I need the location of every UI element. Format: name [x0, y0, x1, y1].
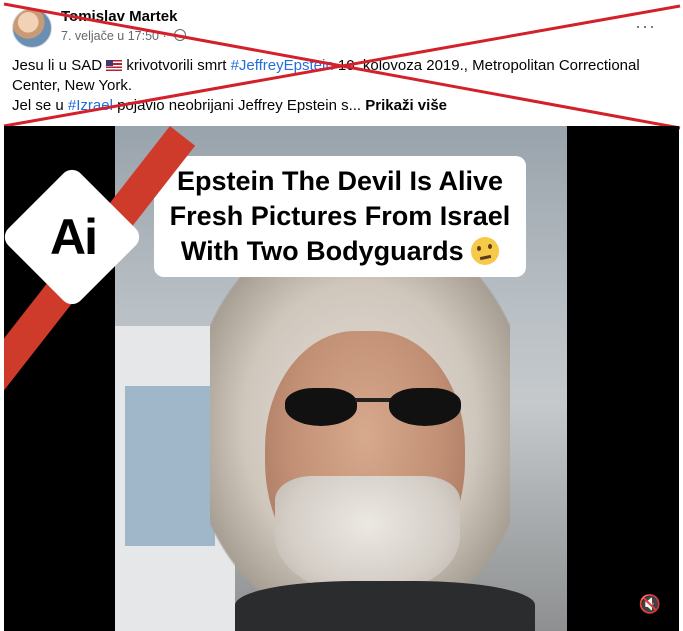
background-window: [125, 386, 215, 546]
post-header: Tomislav Martek 7. veljače u 17:50 · ···: [8, 4, 678, 50]
post-text-line1: Jesu li u SAD krivotvorili smrt #Jeffrey…: [12, 56, 662, 96]
post-meta: 7. veljače u 17:50 ·: [61, 29, 187, 43]
video-caption: Epstein The Devil Is Alive Fresh Picture…: [154, 156, 526, 277]
glasses-bridge: [355, 398, 391, 402]
caption-line-3: With Two Bodyguards: [164, 234, 516, 269]
facebook-post: Tomislav Martek 7. veljače u 17:50 · ···…: [0, 0, 683, 631]
us-flag-icon: [106, 60, 123, 71]
more-options-button[interactable]: ···: [635, 16, 656, 37]
ai-badge-label: Ai: [50, 209, 98, 265]
timestamp[interactable]: 7. veljače u 17:50: [61, 29, 159, 43]
video-player[interactable]: Epstein The Devil Is Alive Fresh Picture…: [4, 126, 679, 631]
separator: ·: [162, 29, 171, 43]
globe-icon: [174, 29, 187, 41]
text-segment: pojavio neobrijani Jeffrey Epstein s...: [112, 97, 366, 114]
man-beard: [275, 476, 460, 596]
text-segment: krivotvorili smrt: [122, 57, 231, 74]
text-segment: Jesu li u SAD: [12, 57, 107, 74]
lens-left: [285, 388, 357, 426]
sunglasses: [285, 388, 465, 430]
video-frame[interactable]: Epstein The Devil Is Alive Fresh Picture…: [115, 126, 567, 631]
hashtag-link[interactable]: #JeffreyEpstein: [231, 57, 334, 74]
post-text: Jesu li u SAD krivotvorili smrt #Jeffrey…: [12, 56, 662, 116]
avatar[interactable]: [12, 8, 52, 48]
mute-icon[interactable]: 🔇: [639, 594, 661, 615]
author-name[interactable]: Tomislav Martek: [61, 8, 177, 25]
shirt: [235, 581, 535, 631]
caption-line-3-text: With Two Bodyguards: [180, 236, 464, 266]
hashtag-link[interactable]: #Izrael: [68, 97, 113, 114]
post-text-line2: Jel se u #Izrael pojavio neobrijani Jeff…: [12, 96, 662, 116]
raised-eyebrow-emoji-icon: [471, 237, 500, 265]
see-more-link[interactable]: Prikaži više: [365, 97, 447, 114]
caption-line-2: Fresh Pictures From Israel: [169, 201, 511, 231]
caption-line-1: Epstein The Devil Is Alive: [176, 166, 504, 196]
lens-right: [389, 388, 461, 426]
text-segment: Jel se u: [12, 97, 68, 114]
